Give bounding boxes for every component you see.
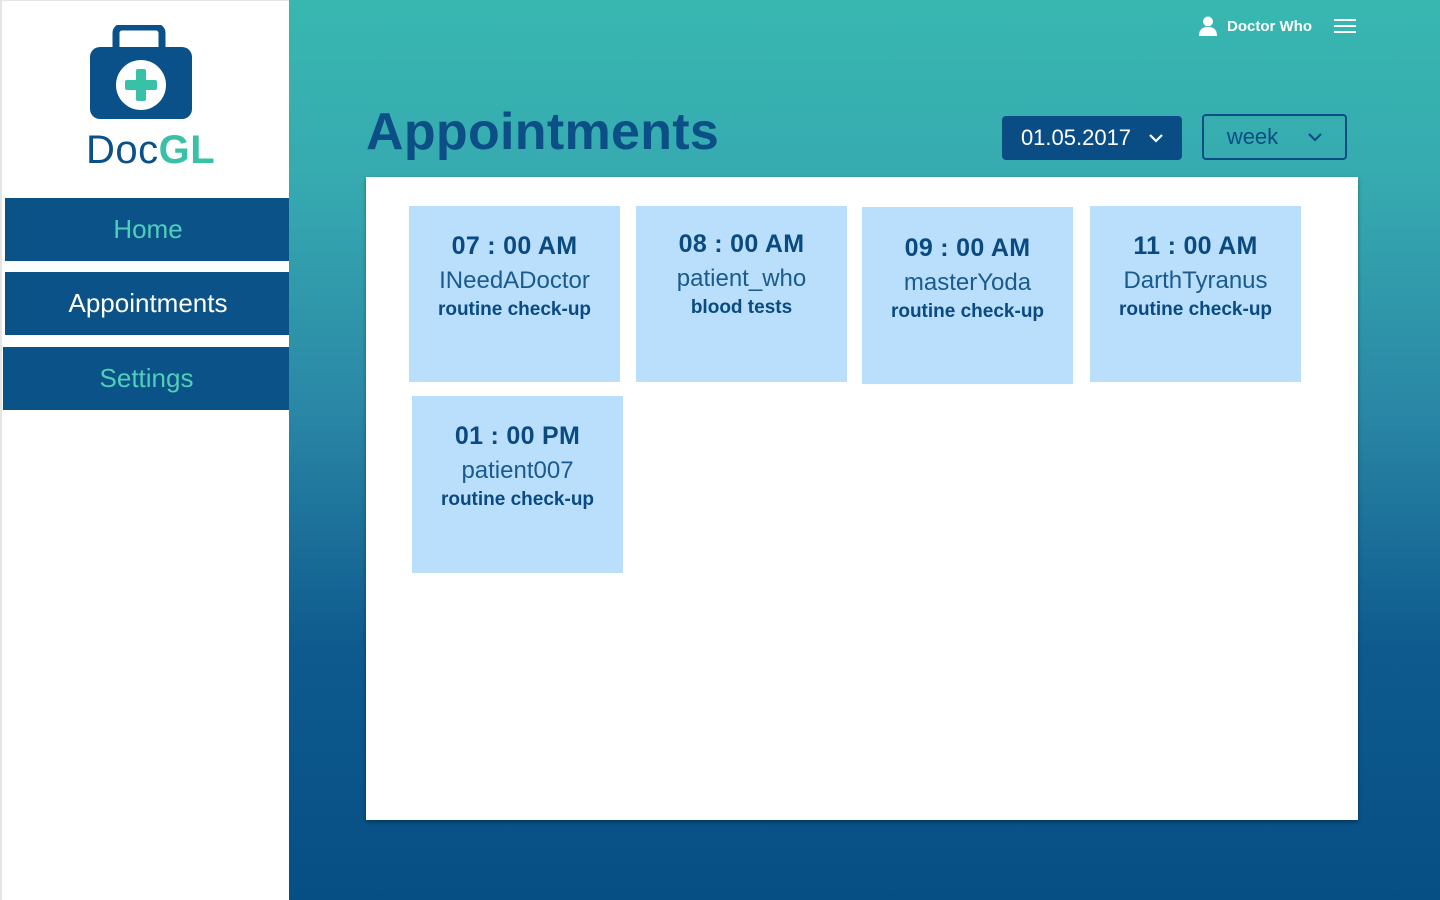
sidebar-item-home[interactable]: Home	[5, 198, 291, 261]
user-name[interactable]: Doctor Who	[1227, 18, 1312, 35]
appointment-reason: routine check-up	[890, 301, 1045, 322]
chevron-down-icon	[1308, 133, 1322, 142]
appointment-card[interactable]: 07 : 00 AM INeedADoctor routine check-up	[409, 206, 620, 382]
appointment-card[interactable]: 01 : 00 PM patient007 routine check-up	[412, 396, 623, 573]
appointment-patient: patient007	[461, 457, 574, 484]
sidebar-item-label: Home	[113, 214, 183, 244]
range-select[interactable]: week	[1202, 114, 1347, 160]
sidebar-item-settings[interactable]: Settings	[3, 347, 290, 410]
appointment-time: 07 : 00 AM	[451, 232, 578, 260]
appointment-reason: blood tests	[690, 297, 793, 318]
range-select-value: week	[1226, 124, 1279, 149]
app-logo[interactable]: DocGL	[86, 25, 215, 170]
app-name-part1: Doc	[86, 128, 159, 172]
medical-kit-icon	[90, 25, 192, 119]
appointment-time: 01 : 00 PM	[454, 422, 581, 450]
app-name: DocGL	[86, 130, 215, 170]
appointment-time: 09 : 00 AM	[904, 234, 1031, 262]
date-select-value: 01.05.2017	[1020, 125, 1132, 150]
hamburger-menu-icon[interactable]	[1334, 18, 1356, 34]
appointment-card[interactable]: 11 : 00 AM DarthTyranus routine check-up	[1090, 206, 1301, 382]
appointment-patient: DarthTyranus	[1123, 267, 1268, 294]
appointment-patient: INeedADoctor	[439, 267, 590, 294]
date-select[interactable]: 01.05.2017	[1002, 116, 1182, 160]
page-title: Appointments	[366, 103, 720, 161]
appointment-patient: masterYoda	[903, 269, 1032, 296]
appointment-patient: patient_who	[676, 265, 807, 292]
appointment-reason: routine check-up	[437, 299, 592, 320]
sidebar-item-appointments[interactable]: Appointments	[5, 272, 291, 335]
appointment-time: 08 : 00 AM	[678, 230, 805, 258]
appointment-card[interactable]: 08 : 00 AM patient_who blood tests	[636, 206, 847, 382]
sidebar-item-label: Appointments	[68, 288, 228, 318]
appointment-reason: routine check-up	[440, 489, 595, 510]
appointment-card[interactable]: 09 : 00 AM masterYoda routine check-up	[862, 207, 1073, 384]
main-content: Doctor Who Appointments 01.05.2017 week …	[289, 0, 1440, 900]
app-name-part2: GL	[158, 128, 216, 172]
sidebar-item-label: Settings	[99, 363, 194, 393]
user-menu: Doctor Who	[1199, 16, 1356, 36]
user-icon[interactable]	[1199, 16, 1218, 36]
appointment-time: 11 : 00 AM	[1133, 232, 1258, 260]
appointment-reason: routine check-up	[1118, 299, 1273, 320]
chevron-down-icon	[1149, 134, 1163, 143]
sidebar: DocGL Home Appointments Settings	[0, 0, 291, 900]
appointments-panel: 07 : 00 AM INeedADoctor routine check-up…	[366, 177, 1358, 820]
